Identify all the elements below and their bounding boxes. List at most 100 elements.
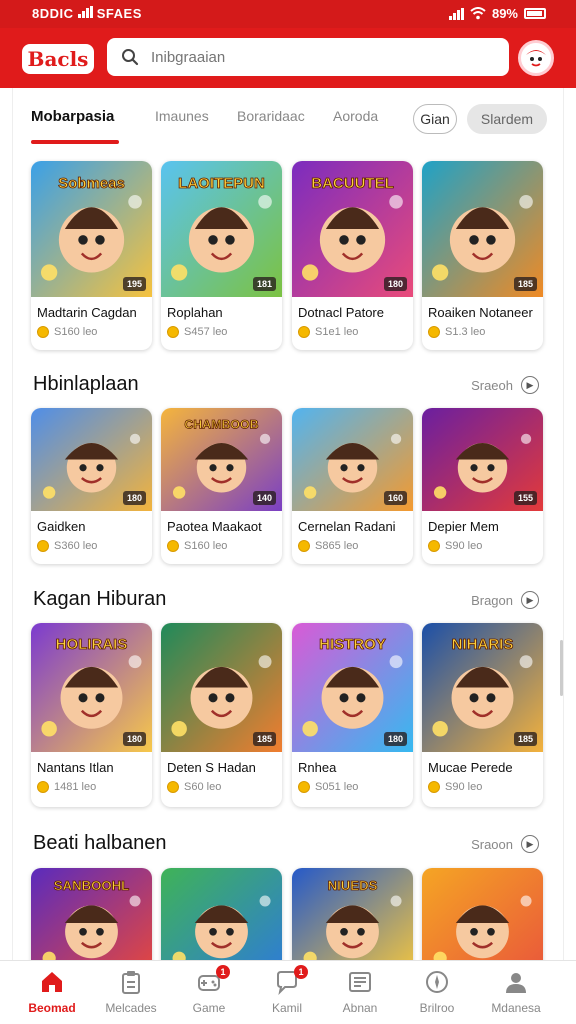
chevron-right-icon: ▶ bbox=[521, 591, 539, 609]
search-bar[interactable] bbox=[107, 38, 509, 76]
nav-label: Kamil bbox=[271, 1001, 302, 1015]
thumbnail-banner-text: HOLIRAIS bbox=[56, 636, 128, 653]
game-title: Roplahan bbox=[167, 305, 223, 320]
profile-icon bbox=[503, 969, 529, 995]
game-title: Gaidken bbox=[37, 519, 86, 534]
thumbnail-art bbox=[161, 868, 282, 960]
game-meta-text: S051 leo bbox=[315, 781, 359, 793]
scrollbar-thumb[interactable] bbox=[560, 640, 563, 696]
game-card[interactable]: Sobmeas 195 Madtarin Cagdan S160 leo bbox=[31, 161, 152, 350]
main-content[interactable]: Mobarpasia Imaunes Boraridaac Aoroda Gia… bbox=[12, 88, 564, 960]
rating-badge: 180 bbox=[122, 491, 146, 505]
nav-item-game[interactable]: 1 Game bbox=[173, 965, 245, 1015]
nav-label: Mdanesa bbox=[491, 1001, 541, 1015]
game-card[interactable]: 160 Cernelan Radani S865 leo bbox=[292, 408, 413, 564]
rating-badge: 140 bbox=[252, 491, 276, 505]
game-card[interactable]: 185 Roaiken Notaneer S1.3 leo bbox=[422, 161, 543, 350]
coin-icon bbox=[167, 326, 179, 338]
game-title: Madtarin Cagdan bbox=[37, 305, 137, 320]
active-tab-indicator bbox=[31, 140, 119, 144]
game-thumbnail: HOLIRAIS 180 bbox=[31, 623, 152, 752]
news-icon bbox=[347, 969, 373, 995]
cell-signal-icon bbox=[448, 7, 464, 20]
game-thumbnail: LAOITEPUN 181 bbox=[161, 161, 282, 297]
see-all-link[interactable]: Sraoon ▶ bbox=[471, 835, 539, 853]
coin-icon bbox=[298, 540, 310, 552]
game-card[interactable]: HISTROY 180 Rnhea S051 leo bbox=[292, 623, 413, 807]
section-title: Beati halbanen bbox=[33, 832, 167, 854]
game-meta-text: S90 leo bbox=[445, 781, 483, 793]
game-thumbnail bbox=[422, 868, 543, 960]
nav-label: Beomad bbox=[28, 1001, 76, 1015]
rating-badge: 180 bbox=[122, 732, 146, 746]
game-card[interactable]: 185 Deten S Hadan S60 leo bbox=[161, 623, 282, 807]
chevron-right-icon: ▶ bbox=[521, 376, 539, 394]
game-meta: S90 leo bbox=[422, 775, 543, 793]
see-all-link[interactable]: Bragon ▶ bbox=[471, 591, 539, 609]
rating-badge: 185 bbox=[513, 277, 537, 291]
rating-badge: 181 bbox=[252, 277, 276, 291]
notification-badge: 1 bbox=[216, 965, 230, 979]
rating-badge: 180 bbox=[383, 277, 407, 291]
game-card[interactable]: NIHARIS 185 Mucae Perede S90 leo bbox=[422, 623, 543, 807]
game-thumbnail bbox=[161, 868, 282, 960]
game-card[interactable]: CHAMBOOB 140 Paotea Maakaot S160 leo bbox=[161, 408, 282, 564]
nav-item-melcades[interactable]: Melcades bbox=[95, 969, 167, 1015]
game-card[interactable]: BACUUTEL 180 Dotnacl Patore S1e1 leo bbox=[292, 161, 413, 350]
game-meta-text: S60 leo bbox=[184, 781, 222, 793]
nav-item-mdanesa[interactable]: Mdanesa bbox=[480, 969, 552, 1015]
thumbnail-art: NIUEDS bbox=[292, 868, 413, 960]
clipboard-icon bbox=[118, 969, 144, 995]
game-card[interactable] bbox=[422, 868, 543, 960]
gamepad-icon: 1 bbox=[196, 965, 230, 995]
game-meta-text: S865 leo bbox=[315, 540, 359, 552]
thumbnail-banner-text: NIHARIS bbox=[452, 636, 514, 653]
search-input[interactable] bbox=[151, 48, 471, 66]
game-card[interactable] bbox=[161, 868, 282, 960]
filter-pill-gian[interactable]: Gian bbox=[413, 104, 457, 134]
nav-item-kamil[interactable]: 1 Kamil bbox=[251, 965, 323, 1015]
battery-percent: 89% bbox=[491, 6, 518, 21]
nav-item-home[interactable]: Beomad bbox=[16, 969, 88, 1015]
game-title: Nantans Itlan bbox=[37, 760, 114, 775]
user-avatar[interactable] bbox=[518, 40, 554, 76]
compass-icon bbox=[424, 969, 450, 995]
game-thumbnail: NIUEDS bbox=[292, 868, 413, 960]
tab-boraridaac[interactable]: Boraridaac bbox=[237, 108, 305, 124]
game-thumbnail: Sobmeas 195 bbox=[31, 161, 152, 297]
tab-imaunes[interactable]: Imaunes bbox=[155, 108, 209, 124]
game-title: Deten S Hadan bbox=[167, 760, 256, 775]
rating-badge: 195 bbox=[122, 277, 146, 291]
coin-icon bbox=[428, 326, 440, 338]
see-all-link[interactable]: Sraeoh ▶ bbox=[471, 376, 539, 394]
thumbnail-banner-text: LAOITEPUN bbox=[178, 175, 265, 192]
tab-mobarpasia[interactable]: Mobarpasia bbox=[31, 108, 114, 125]
game-meta-text: S1e1 leo bbox=[315, 326, 359, 338]
game-card[interactable]: LAOITEPUN 181 Roplahan S457 leo bbox=[161, 161, 282, 350]
game-card[interactable]: NIUEDS bbox=[292, 868, 413, 960]
coin-icon bbox=[298, 326, 310, 338]
thumbnail-banner-text: Sobmeas bbox=[58, 175, 125, 192]
game-meta: S865 leo bbox=[292, 534, 413, 552]
game-card[interactable]: HOLIRAIS 180 Nantans Itlan 1481 leo bbox=[31, 623, 152, 807]
nav-label: Abnan bbox=[342, 1001, 378, 1015]
game-card[interactable]: 155 Depier Mem S90 leo bbox=[422, 408, 543, 564]
tab-aoroda[interactable]: Aoroda bbox=[333, 108, 378, 124]
nav-item-abnan[interactable]: Abnan bbox=[324, 969, 396, 1015]
game-card[interactable]: SANBOOHL bbox=[31, 868, 152, 960]
app-logo[interactable]: Bacls bbox=[22, 44, 94, 74]
game-meta: S160 leo bbox=[31, 320, 152, 338]
filter-pill-slardem[interactable]: Slardem bbox=[467, 104, 547, 134]
status-right: 89% bbox=[448, 6, 546, 21]
nav-label: Game bbox=[192, 1001, 226, 1015]
coin-icon bbox=[167, 781, 179, 793]
category-tabs: Mobarpasia Imaunes Boraridaac Aoroda Gia… bbox=[13, 88, 563, 148]
status-bar: 8DDIC SFAES 89% bbox=[0, 0, 576, 28]
game-meta: S160 leo bbox=[161, 534, 282, 552]
game-card[interactable]: 180 Gaidken S360 leo bbox=[31, 408, 152, 564]
nav-item-brilroo[interactable]: Brilroo bbox=[401, 969, 473, 1015]
nav-label: Brilroo bbox=[419, 1001, 455, 1015]
see-all-label: Bragon bbox=[471, 592, 513, 608]
game-meta-text: S360 leo bbox=[54, 540, 98, 552]
game-meta-text: S160 leo bbox=[184, 540, 228, 552]
